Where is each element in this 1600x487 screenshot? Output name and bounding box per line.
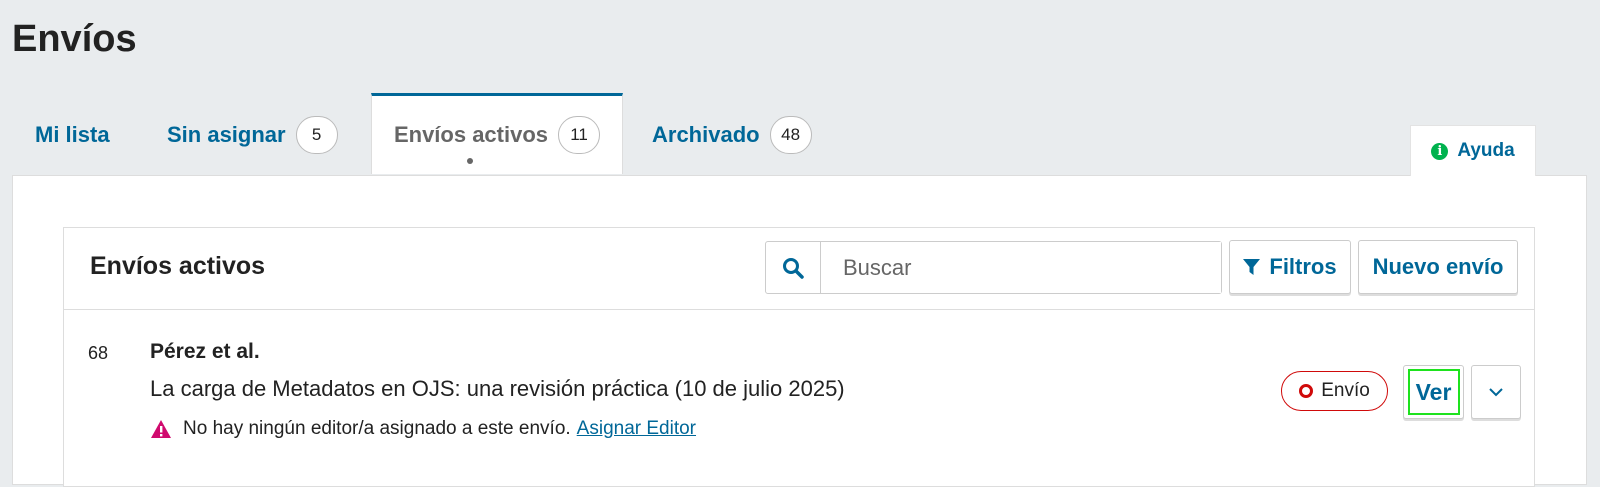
tab-mi-lista[interactable]: Mi lista <box>35 95 110 175</box>
search-icon <box>783 257 804 279</box>
search-box <box>765 241 1222 294</box>
filters-label: Filtros <box>1269 254 1337 279</box>
search-button[interactable] <box>766 242 821 293</box>
stage-badge: Envío <box>1281 371 1388 411</box>
view-button[interactable]: Ver <box>1403 365 1464 419</box>
tab-envios-activos[interactable]: Envíos activos 11 <box>371 93 623 174</box>
new-submission-button[interactable]: Nuevo envío <box>1358 240 1518 294</box>
tab-label: Mi lista <box>35 122 110 147</box>
list-header: Envíos activos Filtros Nuevo envío <box>64 228 1534 310</box>
chevron-down-icon <box>1489 387 1503 396</box>
active-tab-indicator <box>467 158 473 164</box>
tab-count-badge: 11 <box>558 116 601 154</box>
submission-author: Pérez et al. <box>150 340 260 363</box>
tab-count-badge: 48 <box>769 116 812 154</box>
search-input[interactable] <box>821 242 1221 293</box>
tab-archivado[interactable]: Archivado 48 <box>652 95 812 175</box>
tab-bar: Mi lista Sin asignar 5 Envíos activos 11… <box>0 93 1600 175</box>
new-submission-label: Nuevo envío <box>1372 254 1504 279</box>
list-title: Envíos activos <box>90 252 266 280</box>
tab-count-badge: 5 <box>295 116 338 154</box>
stage-ring-icon <box>1299 384 1314 398</box>
info-icon: i <box>1431 142 1449 160</box>
filter-icon <box>1243 259 1261 275</box>
expand-row-button[interactable] <box>1471 365 1521 419</box>
help-label: Ayuda <box>1457 140 1515 161</box>
stage-label: Envío <box>1321 380 1370 401</box>
warning-icon <box>151 420 171 438</box>
warning-text: No hay ningún editor/a asignado a este e… <box>183 418 571 439</box>
submission-warning: No hay ningún editor/a asignado a este e… <box>150 418 696 440</box>
tab-label: Archivado <box>652 122 760 147</box>
view-label: Ver <box>1407 369 1460 415</box>
help-button[interactable]: i Ayuda <box>1410 125 1536 176</box>
tab-label: Sin asignar <box>167 122 286 147</box>
assign-editor-link[interactable]: Asignar Editor <box>577 418 696 440</box>
submissions-list-panel: Envíos activos Filtros Nuevo envío <box>63 227 1535 487</box>
filters-button[interactable]: Filtros <box>1229 240 1351 294</box>
tab-label: Envíos activos <box>393 122 549 147</box>
submission-id: 68 <box>88 343 109 363</box>
submission-title: La carga de Metadatos en OJS: una revisi… <box>150 376 845 401</box>
tab-sin-asignar[interactable]: Sin asignar 5 <box>167 95 338 175</box>
page-title: Envíos <box>12 18 137 60</box>
